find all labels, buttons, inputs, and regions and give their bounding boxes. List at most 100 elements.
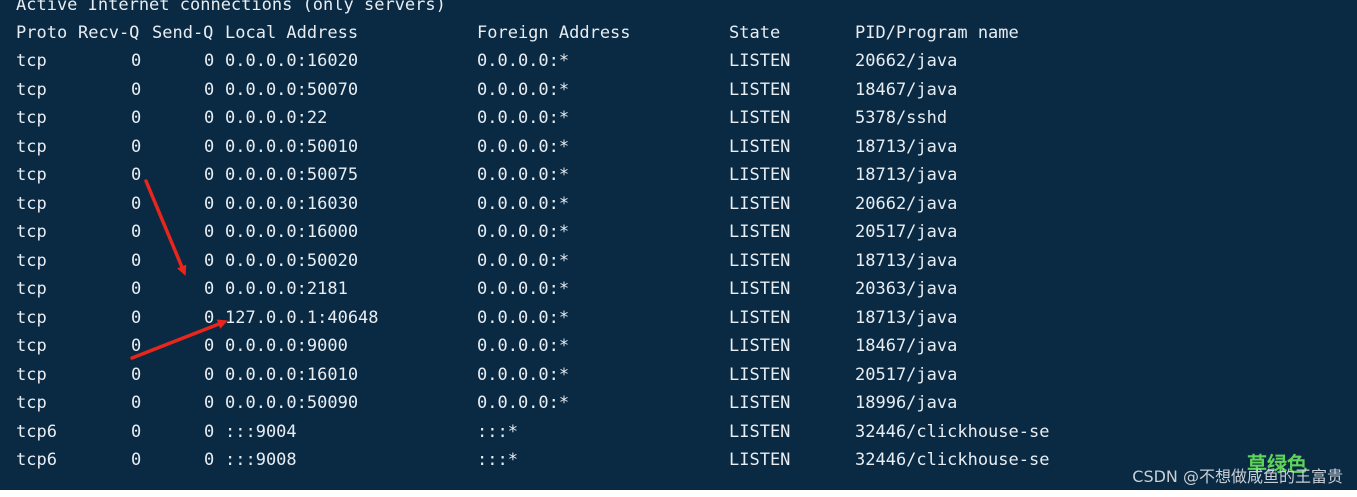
row-recv-q: 0 (131, 250, 142, 271)
row-pid-program: 20517/java (855, 364, 958, 385)
row-local-address: :::9004 (225, 421, 297, 442)
row-proto: tcp (16, 307, 47, 328)
netstat-header-row: Proto Recv-Q Send-Q Local Address Foreig… (16, 19, 1019, 47)
header-foreign-address: Foreign Address (477, 23, 631, 43)
row-foreign-address: :::* (477, 421, 518, 442)
row-proto: tcp (16, 79, 47, 100)
screenshot-viewport: Active Internet connections (only server… (0, 0, 1357, 497)
row-send-q: 0 (204, 51, 215, 71)
row-state: LISTEN (729, 250, 791, 271)
row-state: LISTEN (729, 51, 791, 71)
header-state: State (729, 23, 781, 43)
row-recv-q: 0 (131, 193, 142, 214)
row-pid-program: 20662/java (855, 51, 958, 71)
row-pid-program: 18713/java (855, 307, 958, 328)
row-proto: tcp6 (16, 421, 57, 442)
row-recv-q: 0 (131, 279, 142, 299)
row-state: LISTEN (729, 79, 791, 100)
row-state: LISTEN (729, 336, 791, 356)
row-proto: tcp (16, 279, 47, 299)
row-state: LISTEN (729, 279, 791, 299)
row-send-q: 0 (204, 136, 215, 157)
row-pid-program: 20517/java (855, 222, 958, 242)
row-pid-program: 20363/java (855, 279, 958, 299)
row-recv-q: 0 (131, 393, 142, 413)
row-send-q: 0 (204, 279, 215, 299)
terminal-title-line: Active Internet connections (only server… (16, 0, 446, 15)
row-recv-q: 0 (131, 79, 142, 100)
row-local-address: 0.0.0.0:50010 (225, 136, 359, 157)
row-send-q: 0 (204, 222, 215, 242)
row-pid-program: 18996/java (855, 393, 958, 413)
header-local-address: Local Address (225, 23, 359, 43)
row-state: LISTEN (729, 450, 791, 470)
row-proto: tcp (16, 336, 47, 356)
row-state: LISTEN (729, 364, 791, 385)
row-recv-q: 0 (131, 450, 142, 470)
row-local-address: 0.0.0.0:9000 (225, 336, 348, 356)
row-send-q: 0 (204, 421, 215, 442)
row-proto: tcp (16, 222, 47, 242)
row-state: LISTEN (729, 222, 791, 242)
row-proto: tcp (16, 136, 47, 157)
row-proto: tcp (16, 165, 47, 185)
row-pid-program: 18713/java (855, 165, 958, 185)
row-send-q: 0 (204, 165, 215, 185)
row-send-q: 0 (204, 108, 215, 128)
row-recv-q: 0 (131, 336, 142, 356)
row-proto: tcp (16, 364, 47, 385)
row-local-address: 0.0.0.0:50075 (225, 165, 359, 185)
row-foreign-address: :::* (477, 450, 518, 470)
row-foreign-address: 0.0.0.0:* (477, 250, 570, 271)
row-local-address: 0.0.0.0:22 (225, 108, 328, 128)
row-recv-q: 0 (131, 165, 142, 185)
row-pid-program: 5378/sshd (855, 108, 948, 128)
row-local-address: 0.0.0.0:16020 (225, 51, 359, 71)
row-send-q: 0 (204, 193, 215, 214)
row-state: LISTEN (729, 108, 791, 128)
row-recv-q: 0 (131, 51, 142, 71)
row-local-address: 0.0.0.0:16010 (225, 364, 359, 385)
row-recv-q: 0 (131, 421, 142, 442)
header-proto: Proto (16, 23, 68, 43)
row-foreign-address: 0.0.0.0:* (477, 307, 570, 328)
header-pid-program: PID/Program name (855, 23, 1019, 43)
arrow-icon (144, 179, 187, 276)
row-recv-q: 0 (131, 222, 142, 242)
row-state: LISTEN (729, 307, 791, 328)
row-pid-program: 18467/java (855, 336, 958, 356)
row-local-address: 0.0.0.0:50020 (225, 250, 359, 271)
header-recv-q: Recv-Q (78, 23, 140, 43)
row-foreign-address: 0.0.0.0:* (477, 193, 570, 214)
terminal-window[interactable]: Active Internet connections (only server… (0, 0, 1357, 490)
row-local-address: 0.0.0.0:50090 (225, 393, 359, 413)
row-proto: tcp (16, 393, 47, 413)
row-pid-program: 20662/java (855, 193, 958, 214)
row-state: LISTEN (729, 165, 791, 185)
row-send-q: 0 (204, 307, 215, 328)
csdn-watermark: CSDN @不想做咸鱼的王富贵 (1132, 467, 1343, 486)
row-local-address: 0.0.0.0:16000 (225, 222, 359, 242)
row-pid-program: 18713/java (855, 136, 958, 157)
row-proto: tcp (16, 108, 47, 128)
row-local-address: 127.0.0.1:40648 (225, 307, 379, 328)
row-proto: tcp (16, 51, 47, 71)
row-state: LISTEN (729, 136, 791, 157)
row-pid-program: 32446/clickhouse-se (855, 421, 1050, 442)
row-local-address: 0.0.0.0:2181 (225, 279, 348, 299)
row-foreign-address: 0.0.0.0:* (477, 222, 570, 242)
row-send-q: 0 (204, 336, 215, 356)
row-foreign-address: 0.0.0.0:* (477, 79, 570, 100)
row-state: LISTEN (729, 193, 791, 214)
row-local-address: 0.0.0.0:50070 (225, 79, 359, 100)
row-recv-q: 0 (131, 364, 142, 385)
row-send-q: 0 (204, 393, 215, 413)
row-foreign-address: 0.0.0.0:* (477, 279, 570, 299)
row-state: LISTEN (729, 421, 791, 442)
row-proto: tcp6 (16, 450, 57, 470)
row-local-address: 0.0.0.0:16030 (225, 193, 359, 214)
row-local-address: :::9008 (225, 450, 297, 470)
row-recv-q: 0 (131, 108, 142, 128)
header-send-q: Send-Q (152, 23, 214, 43)
row-pid-program: 32446/clickhouse-se (855, 450, 1050, 470)
